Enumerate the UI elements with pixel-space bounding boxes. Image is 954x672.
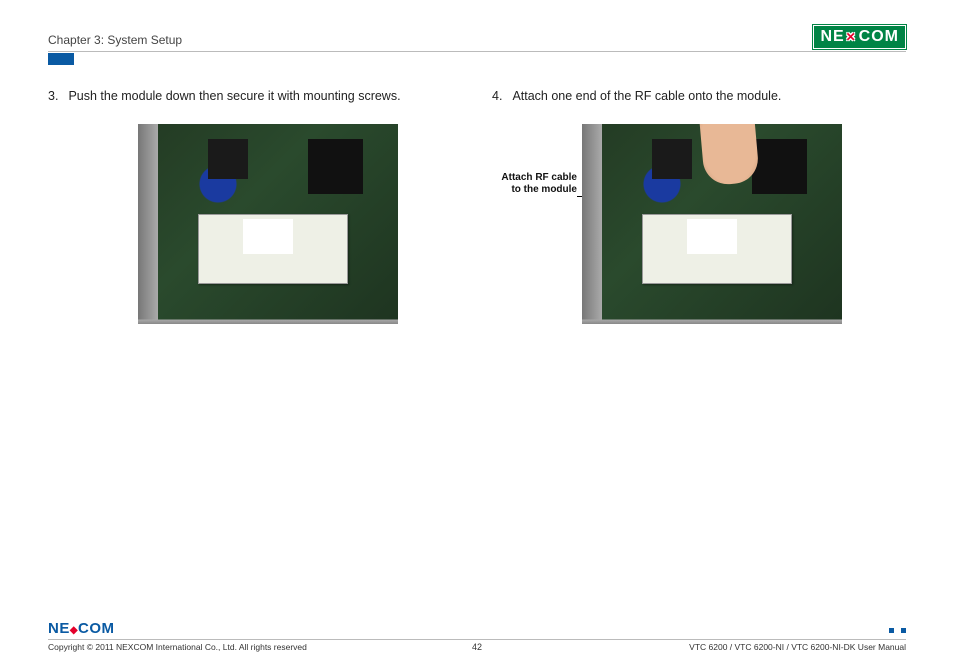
right-column: 4. Attach one end of the RF cable onto t… <box>492 88 906 324</box>
step-number: 3. <box>48 88 58 106</box>
figure-4-wrap: Attach RF cable to the module <box>492 124 906 324</box>
copyright-text: Copyright © 2011 NEXCOM International Co… <box>48 642 307 652</box>
section-tab-marker <box>48 53 74 65</box>
rf-cable-callout: Attach RF cable to the module <box>492 172 577 196</box>
step-number: 4. <box>492 88 502 106</box>
document-title: VTC 6200 / VTC 6200-NI / VTC 6200-NI-DK … <box>689 642 906 652</box>
figure-step-3 <box>138 124 398 324</box>
step-3: 3. Push the module down then secure it w… <box>48 88 462 106</box>
left-column: 3. Push the module down then secure it w… <box>48 88 462 324</box>
page-header: Chapter 3: System Setup NE COM <box>48 24 906 52</box>
page-number: 42 <box>472 642 482 652</box>
step-4: 4. Attach one end of the RF cable onto t… <box>492 88 906 106</box>
step-text: Push the module down then secure it with… <box>68 88 400 106</box>
chapter-title: Chapter 3: System Setup <box>48 33 182 51</box>
nexcom-logo: NE COM <box>813 25 906 49</box>
step-text: Attach one end of the RF cable onto the … <box>512 88 781 106</box>
footer-decoration <box>889 628 906 633</box>
figure-3-wrap <box>48 124 462 324</box>
content-area: 3. Push the module down then secure it w… <box>48 88 906 324</box>
figure-step-4 <box>582 124 842 324</box>
footer-logo: NE◆COM <box>48 620 115 638</box>
page-footer: NE◆COM Copyright © 2011 NEXCOM Internati… <box>48 639 906 652</box>
